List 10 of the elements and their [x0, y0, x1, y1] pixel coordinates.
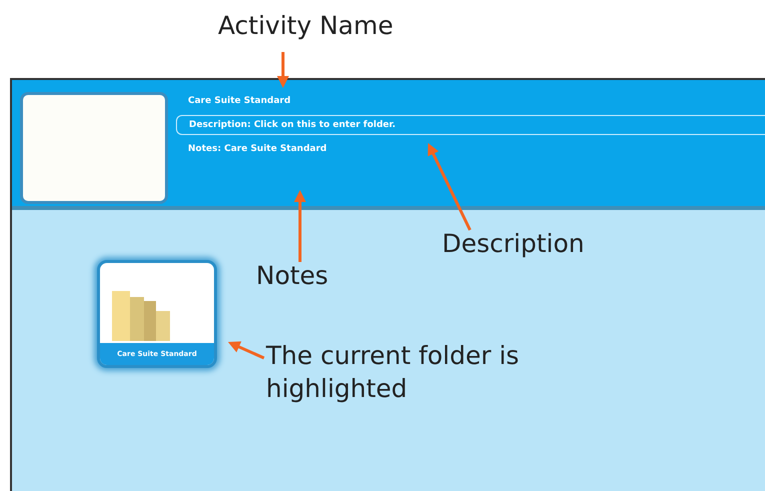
- callout-arrow: [277, 52, 289, 88]
- callout-label: Description: [442, 228, 586, 260]
- callout-label: Activity Name: [218, 10, 394, 42]
- callout-label: Notes: [256, 260, 330, 292]
- description-field[interactable]: Description: Click on this to enter folder.: [176, 115, 765, 135]
- notes-text: Notes: Care Suite Standard: [187, 143, 328, 156]
- activity-name: Care Suite Standard: [187, 95, 292, 108]
- callout-arrow: [294, 190, 306, 262]
- callout-arrow: [228, 341, 265, 360]
- callout-label: The current folder is highlighted: [266, 340, 520, 404]
